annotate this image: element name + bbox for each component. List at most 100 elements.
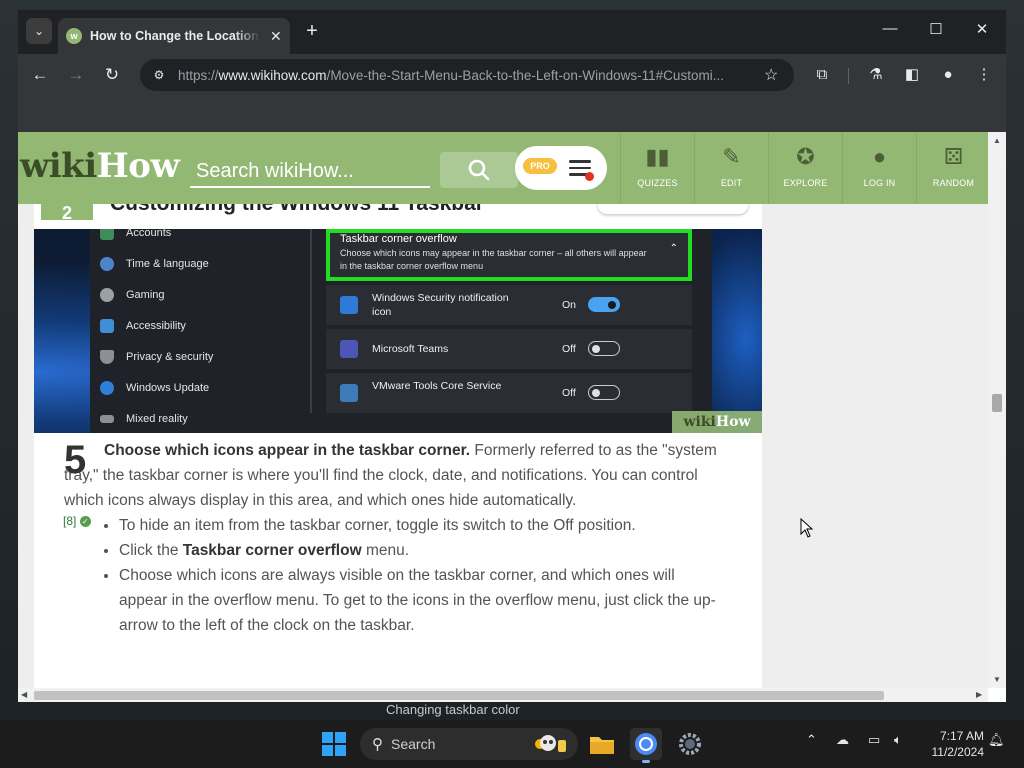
windows-security-icon [340, 296, 358, 314]
settings-main-pane: Taskbar corner overflow Choose which ico… [326, 229, 696, 433]
bullet-item: Choose which icons are always visible on… [119, 563, 724, 638]
volume-muted-icon[interactable]: 🔈︎ [894, 732, 902, 748]
profile-icon[interactable]: ● [936, 63, 960, 87]
teams-icon [340, 340, 358, 358]
chevron-up-icon: ⌃ [669, 243, 678, 254]
menu-button[interactable]: PRO [515, 146, 607, 190]
wikihow-header: wikiHow Search wikiHow... PRO ▮▮ QUIZZES… [18, 132, 988, 204]
file-explorer-icon[interactable] [586, 728, 618, 760]
show-hidden-icons-chevron-icon[interactable]: ⌃ [806, 732, 817, 748]
sidebar-item-mixed-reality: Mixed reality [100, 407, 188, 431]
headset-icon [100, 415, 114, 423]
system-clock[interactable]: 7:17 AM 11/2/2024 [916, 728, 985, 760]
taskbar-search[interactable]: ⚲ Search [360, 728, 578, 760]
bookmark-star-icon[interactable]: ☆ [764, 65, 778, 85]
close-tab-icon[interactable]: ✕ [270, 28, 282, 45]
sidebar-item-gaming: Gaming [100, 283, 165, 307]
horizontal-scrollbar[interactable]: ◀ ▶ [18, 688, 988, 702]
search-button[interactable] [440, 152, 518, 188]
dice-icon: ⚄ [943, 144, 964, 169]
toolbar-divider [848, 68, 849, 84]
reload-button[interactable]: ↻ [100, 63, 124, 87]
page-viewport: 2 Customizing the Windows 11 Taskbar Acc… [18, 132, 988, 688]
step-5: 5 Choose which icons appear in the taskb… [63, 438, 724, 638]
tray-row-state: Off [562, 387, 576, 399]
tray-row-state: On [562, 299, 577, 311]
section-badge [598, 204, 748, 214]
vertical-scrollbar[interactable]: ▲ ▼ [988, 132, 1006, 688]
tray-row-teams: Microsoft Teams Off [326, 329, 692, 369]
scroll-up-arrow-icon[interactable]: ▲ [993, 136, 1001, 145]
tab-search-button[interactable]: ⌄ [26, 18, 52, 44]
chrome-icon[interactable] [630, 728, 662, 763]
browser-toolbar: ← → ↻ ⚙ https://www.wikihow.com/Move-the… [18, 54, 1006, 96]
active-tab[interactable]: w How to Change the Location of the Star… [58, 18, 290, 54]
nav-edit[interactable]: ✎ EDIT [694, 132, 768, 204]
citation-link[interactable]: [8] ✓ [63, 509, 91, 534]
close-window-button[interactable]: ✕ [972, 20, 992, 38]
nav-random[interactable]: ⚄ RANDOM [916, 132, 988, 204]
accessibility-icon [100, 319, 114, 333]
scroll-left-arrow-icon[interactable]: ◀ [21, 690, 27, 699]
tray-row-label: Microsoft Teams [372, 343, 449, 355]
notifications-bell-icon[interactable]: 🔔︎ [988, 732, 1005, 748]
labs-flask-icon[interactable]: ⚗ [864, 63, 888, 87]
nav-quizzes[interactable]: ▮▮ QUIZZES [620, 132, 694, 204]
menu-kebab-icon[interactable]: ⋮ [972, 63, 996, 87]
extensions-icon[interactable]: ⧉ [810, 63, 834, 87]
network-icon[interactable]: ▭ [868, 732, 880, 748]
scroll-right-arrow-icon[interactable]: ▶ [976, 690, 982, 699]
search-input[interactable]: Search wikiHow... [190, 154, 430, 188]
shield-icon [100, 350, 114, 364]
pro-badge: PRO [523, 158, 557, 174]
sidebar-item-accounts: Accounts [100, 229, 171, 245]
back-button[interactable]: ← [28, 63, 52, 87]
settings-gear-icon[interactable] [674, 728, 706, 760]
overflow-description: Choose which icons may appear in the tas… [340, 248, 647, 271]
bookmarks-bar [18, 96, 1006, 132]
search-icon [468, 159, 490, 181]
tray-row-state: Off [562, 343, 576, 355]
address-bar[interactable]: ⚙ https://www.wikihow.com/Move-the-Start… [140, 59, 794, 91]
bullet-item: [8] ✓To hide an item from the taskbar co… [63, 513, 724, 538]
link-tooltip: Changing taskbar color [386, 702, 520, 717]
step-image[interactable]: Accounts Time & language Gaming Accessib… [34, 229, 762, 433]
sidebar-item-privacy: Privacy & security [100, 345, 213, 369]
tray-row-vmware: VMware Tools Core Service Off [326, 373, 692, 413]
step-number: 5 [64, 438, 87, 482]
onedrive-cloud-icon[interactable]: ☁ [836, 732, 849, 748]
wikihow-favicon-icon: w [66, 28, 82, 44]
wikihow-watermark: wikiHow [672, 411, 762, 433]
nav-explore[interactable]: ✪ EXPLORE [768, 132, 842, 204]
verified-check-icon: ✓ [79, 516, 91, 528]
globe-icon [100, 257, 114, 271]
taskbar-overflow-highlight: Taskbar corner overflow Choose which ico… [326, 229, 692, 281]
step-paragraph: Choose which icons appear in the taskbar… [64, 438, 724, 513]
minimize-button[interactable]: — [880, 20, 900, 37]
title-bar: ⌄ w How to Change the Location of the St… [18, 10, 1006, 54]
start-button[interactable] [322, 732, 346, 756]
side-panel-icon[interactable]: ◧ [900, 63, 924, 87]
new-tab-button[interactable]: + [300, 20, 324, 43]
overflow-title: Taskbar corner overflow [340, 233, 457, 245]
wikihow-logo[interactable]: wikiHow [20, 146, 180, 186]
toggle-switch [588, 297, 620, 312]
settings-window: Accounts Time & language Gaming Accessib… [90, 229, 712, 433]
section-number: 2 [41, 204, 93, 223]
site-info-icon[interactable]: ⚙ [148, 68, 170, 82]
windows-taskbar: ⚲ Search ⌃ ☁ ▭ 🔈︎ 7:17 AM 11/2/2024 🔔︎ [0, 720, 1024, 768]
scroll-down-arrow-icon[interactable]: ▼ [993, 675, 1001, 684]
maximize-button[interactable]: ☐ [926, 20, 946, 38]
tray-row-label: VMware Tools Core Service [372, 380, 502, 392]
nav-log-in[interactable]: ● LOG IN [842, 132, 916, 204]
quizzes-icon: ▮▮ [645, 144, 670, 169]
update-icon [100, 381, 114, 395]
url-text[interactable]: https://www.wikihow.com/Move-the-Start-M… [178, 68, 758, 83]
forward-button[interactable]: → [64, 63, 88, 87]
horizontal-scroll-thumb[interactable] [34, 691, 884, 700]
tray-row-security: Windows Security notification icon On [326, 285, 692, 325]
vmware-icon [340, 384, 358, 402]
bullet-item: Click the Taskbar corner overflow menu. [119, 538, 724, 563]
sidebar-item-windows-update: Windows Update [100, 376, 209, 400]
vertical-scroll-thumb[interactable] [992, 394, 1002, 412]
